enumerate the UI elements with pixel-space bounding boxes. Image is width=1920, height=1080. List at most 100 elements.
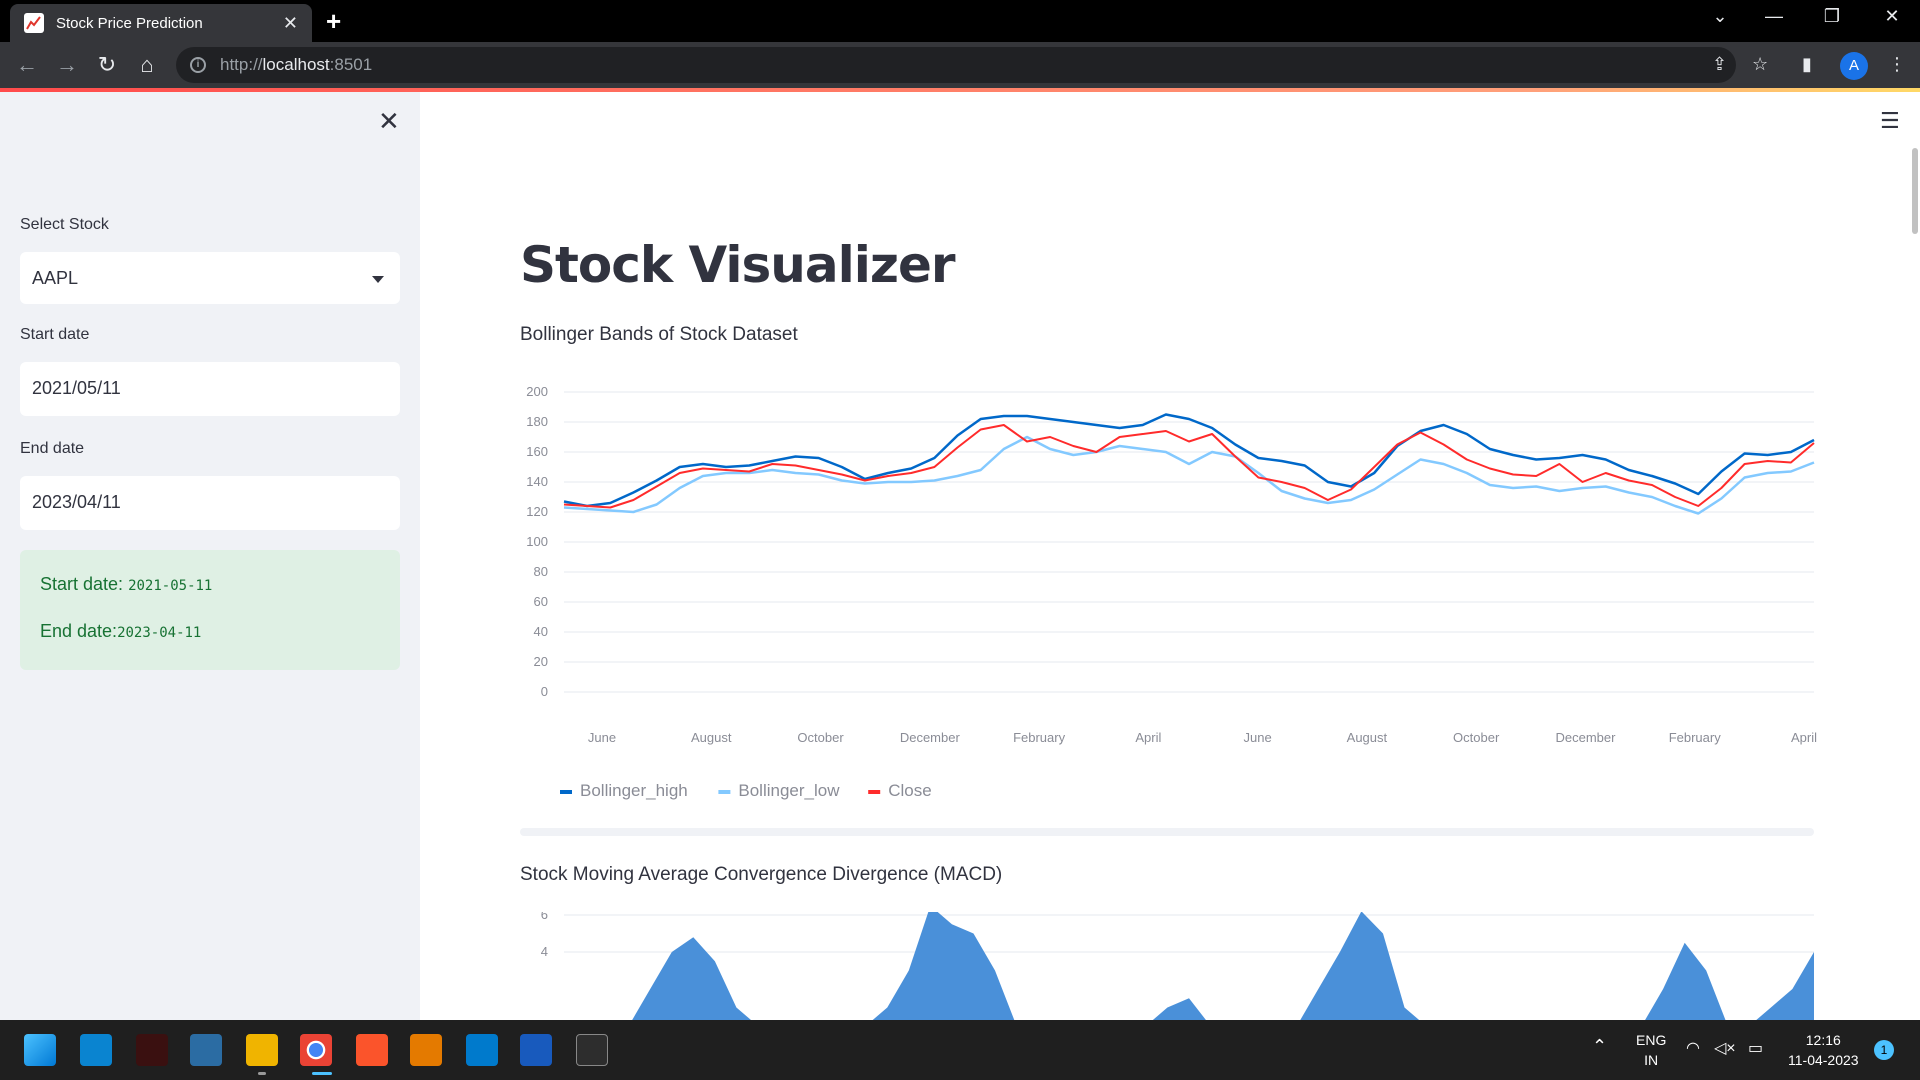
x-tick-label: October	[1453, 730, 1500, 745]
start-date-input[interactable]: 2021/05/11	[20, 362, 400, 416]
browser-tab-bar: Stock Price Prediction ✕ + ⌄ — ❐ ✕	[0, 0, 1920, 42]
terminal-icon[interactable]	[576, 1034, 608, 1066]
y-tick-label: 0	[541, 684, 548, 699]
y-tick-label: 140	[526, 474, 548, 489]
reload-icon[interactable]: ↻	[92, 52, 122, 78]
y-tick-label: 20	[534, 654, 548, 669]
success-end-value: 2023-04-11	[117, 625, 202, 641]
back-icon[interactable]: ←	[12, 52, 42, 78]
clock[interactable]: 12:16 11-04-2023	[1788, 1030, 1859, 1070]
sublime-icon[interactable]	[410, 1034, 442, 1066]
new-tab-button[interactable]: +	[326, 6, 341, 37]
stock-select[interactable]: AAPL	[20, 252, 400, 304]
close-tab-icon[interactable]: ✕	[283, 13, 298, 34]
minimize-button[interactable]: —	[1754, 6, 1794, 27]
windows-start-icon[interactable]	[24, 1034, 56, 1066]
series-line-bollinger_low	[563, 435, 1815, 515]
chart-favicon-icon	[24, 13, 44, 33]
chrome-icon[interactable]	[300, 1034, 332, 1066]
y-tick-label: 80	[534, 564, 548, 579]
caret-down-icon	[372, 276, 384, 283]
close-window-button[interactable]: ✕	[1872, 6, 1912, 27]
success-start-line: Start date: 2021-05-11	[40, 574, 213, 594]
speaker-muted-icon[interactable]: ◁×	[1714, 1038, 1736, 1058]
predator-icon[interactable]	[136, 1034, 168, 1066]
file-explorer-icon[interactable]	[246, 1034, 278, 1066]
y-tick-label: 200	[526, 384, 548, 399]
address-bar[interactable]: i http://localhost:8501	[176, 47, 1736, 83]
chart-divider	[520, 828, 1814, 836]
wifi-icon[interactable]: ◠	[1686, 1038, 1700, 1058]
share-icon[interactable]: ⇪	[1712, 54, 1727, 75]
select-stock-label: Select Stock	[20, 216, 109, 233]
start-date-value: 2021/05/11	[32, 378, 121, 398]
sidebar: ✕ Select Stock AAPL Start date 2021/05/1…	[0, 92, 420, 1020]
x-tick-label: June	[1244, 730, 1272, 745]
x-tick-label: August	[691, 730, 732, 745]
notification-badge[interactable]: 1	[1874, 1040, 1894, 1060]
start-date-label: Start date	[20, 326, 90, 343]
hamburger-menu-icon[interactable]: ☰	[1880, 108, 1900, 134]
y-tick-label: 60	[534, 594, 548, 609]
more-menu-icon[interactable]: ⋮	[1888, 54, 1906, 75]
browser-tab[interactable]: Stock Price Prediction ✕	[10, 4, 312, 42]
forward-icon[interactable]: →	[52, 52, 82, 78]
tab-search-icon[interactable]: ⌄	[1700, 6, 1740, 27]
bollinger-chart[interactable]: 0 20 40 60 80 100 120 140 160 180 200 June August Oct…	[504, 356, 1834, 816]
chart1-subtitle: Bollinger Bands of Stock Dataset	[520, 324, 798, 345]
tab-title: Stock Price Prediction	[56, 14, 203, 32]
scrollbar[interactable]	[1912, 148, 1918, 234]
macd-area	[632, 912, 1814, 1020]
end-date-label: End date	[20, 440, 85, 457]
legend-swatch	[560, 790, 572, 794]
success-end-line: End date:2023-04-11	[40, 621, 202, 641]
side-panel-icon[interactable]: ▮	[1802, 54, 1812, 75]
desktop-icon[interactable]	[80, 1034, 112, 1066]
running-indicator	[258, 1072, 266, 1075]
battery-icon[interactable]: ▭	[1748, 1038, 1763, 1058]
active-indicator	[312, 1072, 332, 1075]
y-tick-label: 40	[534, 624, 548, 639]
y-tick-label: 4	[541, 944, 548, 959]
macd-chart[interactable]: 46	[504, 912, 1834, 1020]
bookmark-star-icon[interactable]: ☆	[1752, 54, 1768, 75]
y-tick-label: 160	[526, 444, 548, 459]
profile-avatar[interactable]: A	[1840, 52, 1868, 80]
success-start-value: 2021-05-11	[128, 578, 213, 594]
browser-toolbar: ← → ↻ ⌂ i http://localhost:8501 ⇪ ☆ ▮ ⋮	[0, 42, 1920, 88]
word-icon[interactable]	[520, 1034, 552, 1066]
x-tick-label: April	[1135, 730, 1161, 745]
main-content: ☰ Stock Visualizer Bollinger Bands of St…	[420, 92, 1920, 1020]
stock-select-value: AAPL	[32, 268, 79, 288]
url-text: http://localhost:8501	[220, 55, 373, 74]
x-tick-label: August	[1347, 730, 1388, 745]
site-info-icon[interactable]: i	[190, 57, 206, 73]
y-tick-label: 180	[526, 414, 548, 429]
legend-label: Bollinger_high	[580, 781, 688, 800]
windows-taskbar: ⌃ ENG IN ◠ ◁× ▭ 12:16 11-04-2023 1	[0, 1020, 1920, 1080]
x-tick-label: February	[1669, 730, 1722, 745]
chart2-subtitle: Stock Moving Average Convergence Diverge…	[520, 864, 1003, 885]
end-date-value: 2023/04/11	[32, 492, 121, 512]
tray-chevron-up-icon[interactable]: ⌃	[1592, 1036, 1607, 1057]
end-date-input[interactable]: 2023/04/11	[20, 476, 400, 530]
page-title: Stock Visualizer	[520, 236, 956, 294]
y-tick-label: 100	[526, 534, 548, 549]
home-icon[interactable]: ⌂	[132, 52, 162, 78]
x-tick-label: December	[1555, 730, 1616, 745]
close-sidebar-icon[interactable]: ✕	[378, 106, 400, 137]
language-indicator[interactable]: ENG IN	[1636, 1030, 1666, 1070]
brave-icon[interactable]	[356, 1034, 388, 1066]
legend-label: Bollinger_low	[738, 781, 840, 800]
y-tick-label: 120	[526, 504, 548, 519]
success-message: Start date: 2021-05-11 End date:2023-04-…	[20, 550, 400, 670]
x-tick-label: October	[797, 730, 844, 745]
restore-button[interactable]: ❐	[1812, 6, 1852, 27]
y-tick-label: 6	[541, 912, 548, 922]
stocks-app-icon[interactable]	[190, 1034, 222, 1066]
x-tick-label: February	[1013, 730, 1066, 745]
legend-label: Close	[888, 781, 931, 800]
vscode-icon[interactable]	[466, 1034, 498, 1066]
x-tick-label: December	[900, 730, 961, 745]
legend-swatch	[868, 790, 881, 794]
